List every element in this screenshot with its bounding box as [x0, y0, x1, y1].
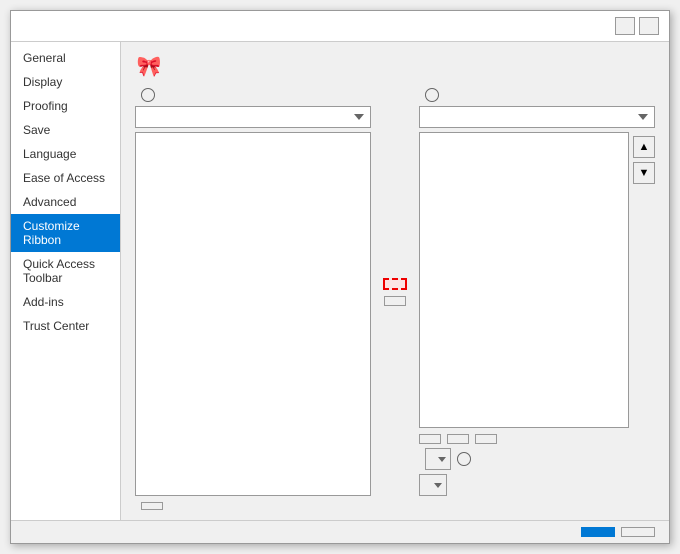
nav-item-ease-of-access[interactable]: Ease of Access — [11, 166, 120, 190]
new-tab-button[interactable] — [419, 434, 441, 444]
right-tree-wrapper: ▲ ▼ — [419, 132, 655, 428]
header-section: 🎀 — [135, 52, 655, 80]
choose-commands-row — [135, 88, 371, 102]
rename-button[interactable] — [475, 434, 497, 444]
keyboard-row — [135, 502, 655, 510]
nav-item-add-ins[interactable]: Add-ins — [11, 290, 120, 314]
choose-info-icon[interactable] — [141, 88, 155, 102]
bottom-buttons-row — [419, 434, 655, 444]
right-panel: ▲ ▼ — [419, 88, 655, 496]
left-tree-box[interactable] — [135, 132, 371, 496]
left-dropdown[interactable] — [135, 106, 371, 128]
title-controls — [615, 17, 659, 35]
reset-info-icon[interactable] — [457, 452, 471, 466]
scroll-buttons: ▲ ▼ — [633, 132, 655, 428]
nav-item-quick-access-toolbar[interactable]: Quick Access Toolbar — [11, 252, 120, 290]
left-dropdown-row — [135, 106, 371, 128]
title-bar — [11, 11, 669, 42]
left-navigation: GeneralDisplayProofingSaveLanguageEase o… — [11, 42, 121, 520]
right-content: 🎀 — [121, 42, 669, 520]
nav-item-general[interactable]: General — [11, 46, 120, 70]
dialog-footer — [11, 520, 669, 543]
cancel-button[interactable] — [621, 527, 655, 537]
nav-item-save[interactable]: Save — [11, 118, 120, 142]
remove-button[interactable] — [384, 296, 406, 306]
word-options-dialog: GeneralDisplayProofingSaveLanguageEase o… — [10, 10, 670, 544]
ribbon-icon: 🎀 — [135, 52, 163, 80]
right-dropdown-row — [419, 106, 655, 128]
add-button[interactable] — [383, 278, 407, 290]
customize-info-icon[interactable] — [425, 88, 439, 102]
reset-dropdown[interactable] — [425, 448, 451, 470]
dialog-body: GeneralDisplayProofingSaveLanguageEase o… — [11, 42, 669, 520]
nav-item-trust-center[interactable]: Trust Center — [11, 314, 120, 338]
customize-ribbon-row — [419, 88, 655, 102]
nav-item-customize-ribbon[interactable]: Customize Ribbon — [11, 214, 120, 252]
new-group-button[interactable] — [447, 434, 469, 444]
nav-item-proofing[interactable]: Proofing — [11, 94, 120, 118]
two-panel: ▲ ▼ — [135, 88, 655, 496]
nav-item-advanced[interactable]: Advanced — [11, 190, 120, 214]
scroll-up-button[interactable]: ▲ — [633, 136, 655, 158]
close-button[interactable] — [639, 17, 659, 35]
right-tree-box[interactable] — [419, 132, 629, 428]
import-export-dropdown[interactable] — [419, 474, 447, 496]
customizations-row — [419, 448, 655, 470]
scroll-down-button[interactable]: ▼ — [633, 162, 655, 184]
middle-panel — [379, 88, 411, 496]
right-dropdown[interactable] — [419, 106, 655, 128]
customize-keyboard-button[interactable] — [141, 502, 163, 510]
import-export-row — [419, 474, 655, 496]
help-button[interactable] — [615, 17, 635, 35]
left-panel — [135, 88, 371, 496]
nav-item-language[interactable]: Language — [11, 142, 120, 166]
nav-item-display[interactable]: Display — [11, 70, 120, 94]
ok-button[interactable] — [581, 527, 615, 537]
